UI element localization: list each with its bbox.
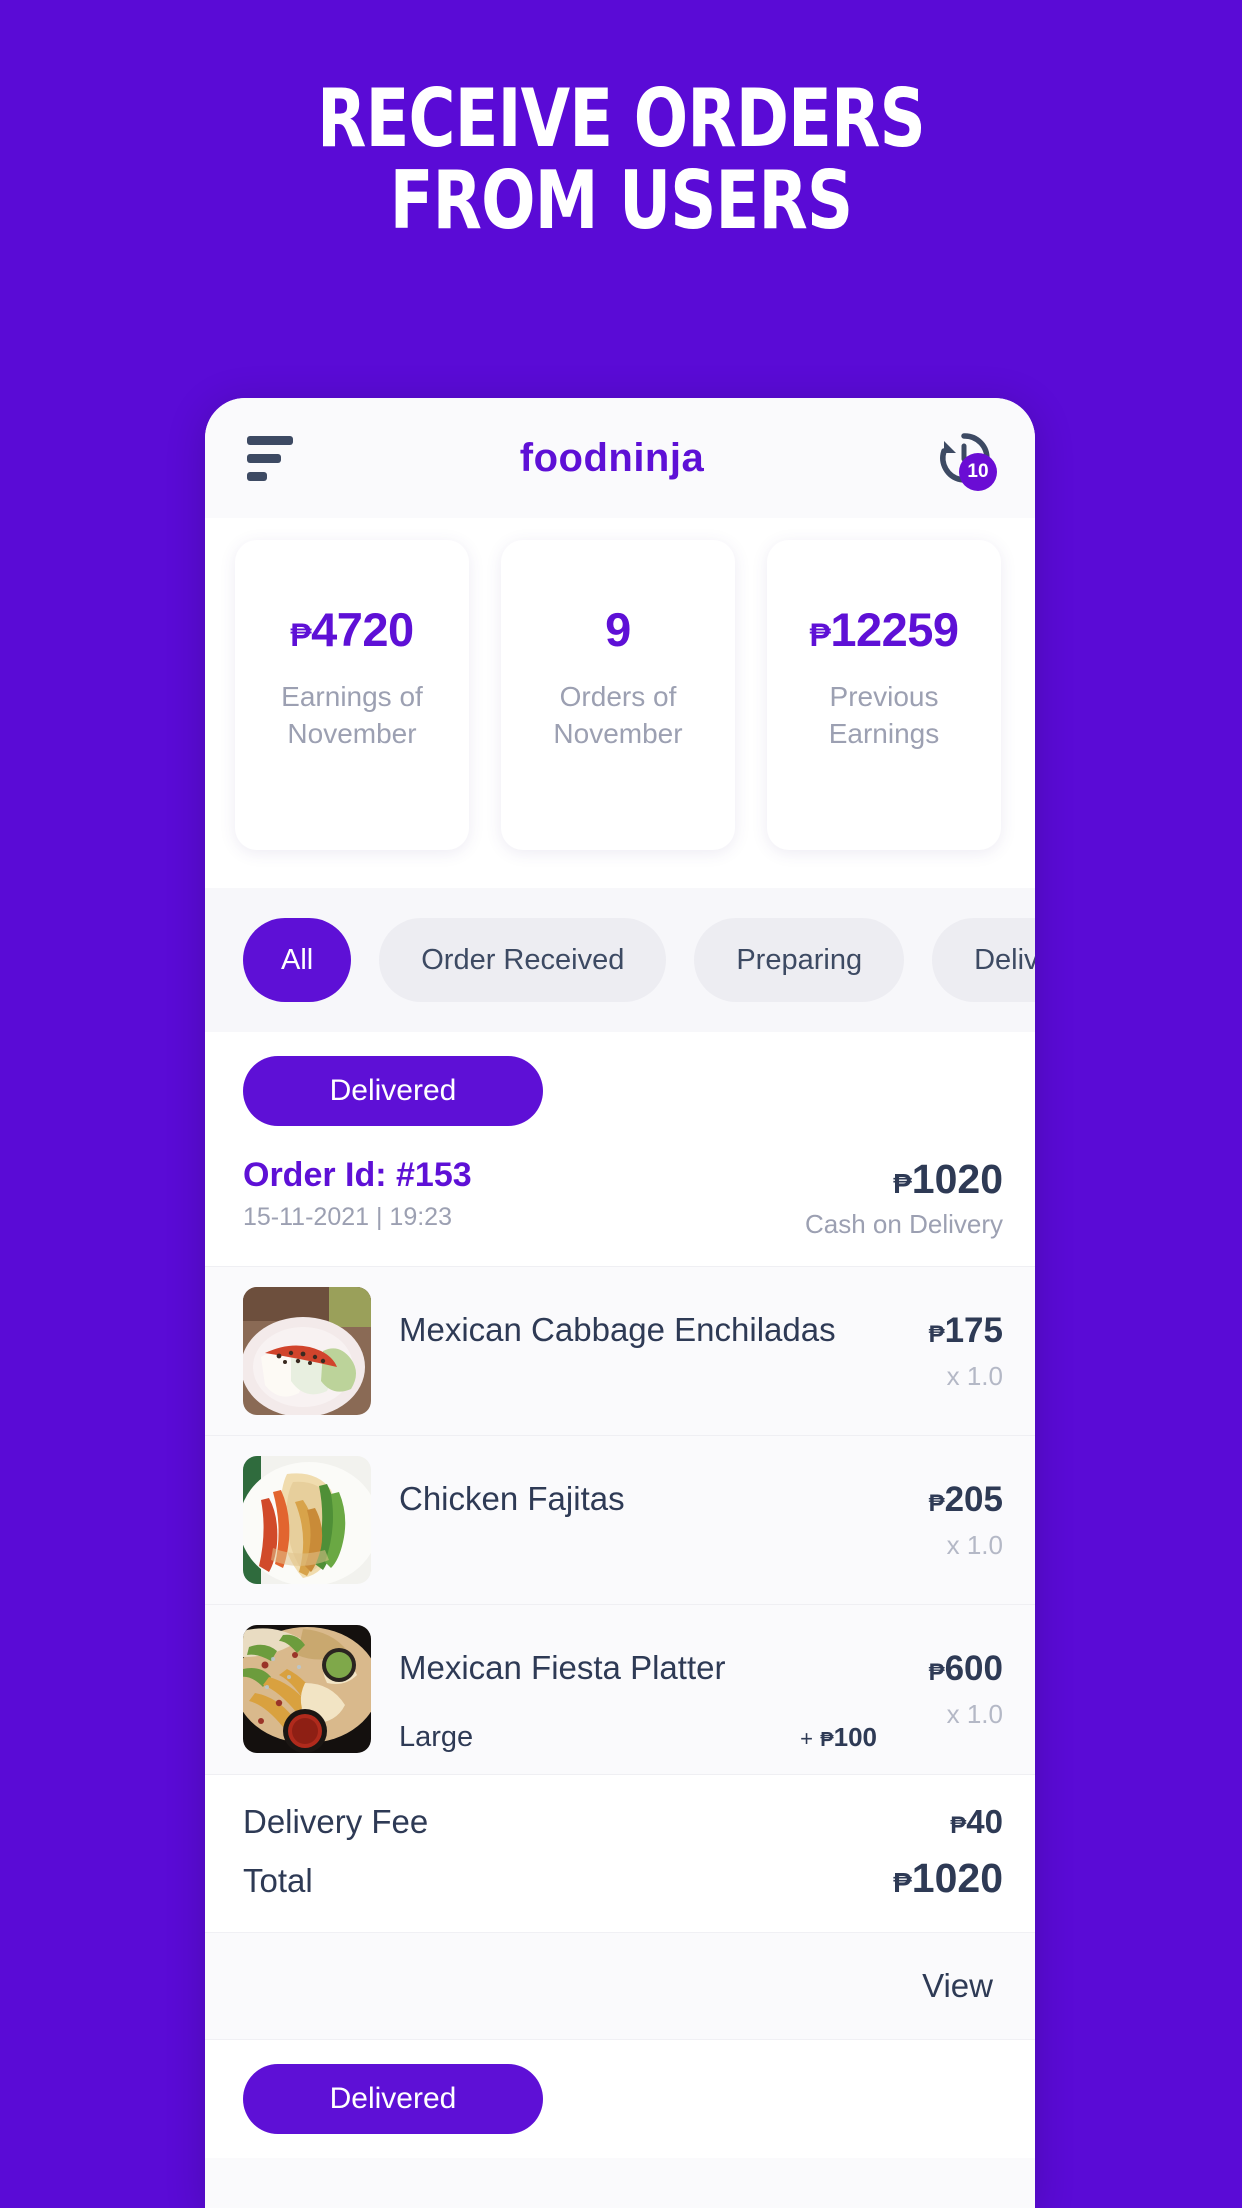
order-items-list: Mexican Cabbage Enchiladas ₱175 x 1.0 Ch… (205, 1266, 1035, 1774)
order-item-main: Mexican Cabbage Enchiladas (371, 1287, 883, 1349)
order-totals: Delivery Fee ₱40 Total ₱1020 (205, 1774, 1035, 1932)
order-item-row[interactable]: Mexican Fiesta Platter Large + ₱100 ₱600… (205, 1604, 1035, 1774)
currency-symbol: ₱ (290, 617, 312, 653)
hamburger-line-1 (247, 435, 293, 445)
order-amount-number: 1020 (911, 1156, 1003, 1202)
order-item-price: ₱205 (883, 1480, 1003, 1520)
filter-chip-all[interactable]: All (243, 918, 352, 1002)
currency-symbol: ₱ (928, 1490, 945, 1517)
order-item-quantity: x 1.0 (946, 1699, 1003, 1729)
currency-symbol: ₱ (893, 1168, 912, 1199)
promo-headline-line2: FROM USERS (389, 153, 853, 247)
enchiladas-photo (243, 1287, 371, 1415)
filter-chip-delivering[interactable]: Delivering (932, 918, 1035, 1002)
history-clock-icon[interactable]: 10 (931, 427, 997, 491)
hamburger-line-2 (247, 453, 281, 463)
total-label: Total (243, 1862, 313, 1899)
total-value: ₱1020 (893, 1855, 1003, 1902)
currency-symbol: ₱ (928, 1321, 945, 1348)
stat-value-earnings: ₱4720 (235, 602, 469, 657)
currency-symbol: ₱ (809, 617, 831, 653)
order-item-price-number: 600 (944, 1649, 1003, 1688)
hamburger-line-3 (247, 471, 267, 481)
order-item-price: ₱175 (883, 1311, 1003, 1351)
stat-card-previous-earnings[interactable]: ₱12259 Previous Earnings (767, 540, 1001, 850)
stat-value-orders: 9 (501, 602, 735, 657)
order-card: Delivered Order Id: #153 15-11-2021 | 19… (205, 1032, 1035, 2039)
order-datetime: 15-11-2021 | 19:23 (243, 1203, 452, 1231)
stat-label-previous: Previous Earnings (828, 681, 940, 749)
order-item-row[interactable]: Mexican Cabbage Enchiladas ₱175 x 1.0 (205, 1266, 1035, 1435)
currency-symbol: ₱ (928, 1659, 945, 1686)
currency-symbol: ₱ (893, 1867, 912, 1898)
order-header: Order Id: #153 15-11-2021 | 19:23 ₱1020 … (205, 1142, 1035, 1266)
currency-symbol: ₱ (820, 1729, 834, 1751)
view-button[interactable]: View (922, 1967, 993, 2005)
total-number: 1020 (911, 1855, 1003, 1901)
order-item-price: ₱600 (883, 1649, 1003, 1689)
order-item-variant-row: Large + ₱100 (399, 1721, 883, 1754)
currency-symbol: ₱ (950, 1812, 967, 1839)
order-item-pricing: ₱175 x 1.0 (883, 1287, 1003, 1392)
stat-label-earnings: Earnings of November (281, 681, 423, 749)
promo-headline-line1: RECEIVE ORDERS (317, 72, 926, 165)
delivery-fee-row: Delivery Fee ₱40 (243, 1803, 1003, 1841)
order-item-extra-number: 100 (833, 1722, 877, 1752)
fajitas-photo (243, 1456, 371, 1584)
order-item-extra-charge: + ₱100 (800, 1722, 877, 1753)
filter-chip-preparing[interactable]: Preparing (694, 918, 905, 1002)
order-amount: ₱1020 (805, 1156, 1003, 1203)
order-item-main: Mexican Fiesta Platter Large + ₱100 (371, 1625, 883, 1754)
order-header-left: Order Id: #153 15-11-2021 | 19:23 (243, 1156, 472, 1232)
order-item-row[interactable]: Chicken Fajitas ₱205 x 1.0 (205, 1435, 1035, 1604)
filter-chip-order-received[interactable]: Order Received (379, 918, 667, 1002)
app-bar: foodninja 10 (205, 398, 1035, 518)
filter-chips-band: All Order Received Preparing Delivering (205, 888, 1035, 1032)
stat-number: 12259 (830, 603, 959, 656)
order-payment-method: Cash on Delivery (805, 1209, 1003, 1239)
order-item-quantity: x 1.0 (946, 1361, 1003, 1391)
status-badge[interactable]: Delivered (243, 1056, 543, 1126)
order-item-pricing: ₱600 x 1.0 (883, 1625, 1003, 1730)
stat-label-orders: Orders of November (553, 681, 683, 749)
fiesta-platter-photo (243, 1625, 371, 1753)
stat-card-earnings[interactable]: ₱4720 Earnings of November (235, 540, 469, 850)
order-item-price-number: 175 (944, 1311, 1003, 1350)
order-item-name: Chicken Fajitas (399, 1480, 625, 1517)
order-status-row: Delivered (205, 1032, 1035, 1142)
promo-screenshot: RECEIVE ORDERS FROM USERS foodninja 10 ₱… (0, 0, 1242, 2208)
total-row: Total ₱1020 (243, 1855, 1003, 1902)
delivery-fee-number: 40 (966, 1803, 1003, 1840)
order-item-pricing: ₱205 x 1.0 (883, 1456, 1003, 1561)
order-item-price-number: 205 (944, 1480, 1003, 1519)
stat-number: 9 (605, 603, 631, 656)
stats-strip: ₱4720 Earnings of November 9 Orders of N… (205, 518, 1035, 888)
history-badge-count: 10 (959, 453, 997, 491)
delivery-fee-label: Delivery Fee (243, 1803, 429, 1840)
plus-sign: + (800, 1726, 814, 1751)
order-item-name: Mexican Fiesta Platter (399, 1649, 726, 1686)
order-item-quantity: x 1.0 (946, 1530, 1003, 1560)
phone-mockup: foodninja 10 ₱4720 Earnings of November … (205, 398, 1035, 2208)
order-header-right: ₱1020 Cash on Delivery (805, 1156, 1003, 1240)
order-actions: View (205, 1932, 1035, 2039)
stats-scroller[interactable]: ₱4720 Earnings of November 9 Orders of N… (205, 540, 1035, 850)
status-badge[interactable]: Delivered (243, 2064, 543, 2134)
app-brand-title: foodninja (519, 435, 705, 480)
order-id: Order Id: #153 (243, 1156, 472, 1194)
order-item-variant: Large (399, 1721, 474, 1753)
order-item-name: Mexican Cabbage Enchiladas (399, 1311, 836, 1348)
hamburger-icon[interactable] (247, 435, 293, 481)
delivery-fee-value: ₱40 (950, 1803, 1003, 1841)
stat-value-previous: ₱12259 (767, 602, 1001, 657)
stat-number: 4720 (311, 603, 414, 656)
stat-card-orders[interactable]: 9 Orders of November (501, 540, 735, 850)
order-item-main: Chicken Fajitas (371, 1456, 883, 1518)
filter-chips-scroller[interactable]: All Order Received Preparing Delivering (205, 918, 1035, 1002)
promo-headline: RECEIVE ORDERS FROM USERS (124, 78, 1118, 241)
next-order-card: Delivered (205, 2039, 1035, 2158)
